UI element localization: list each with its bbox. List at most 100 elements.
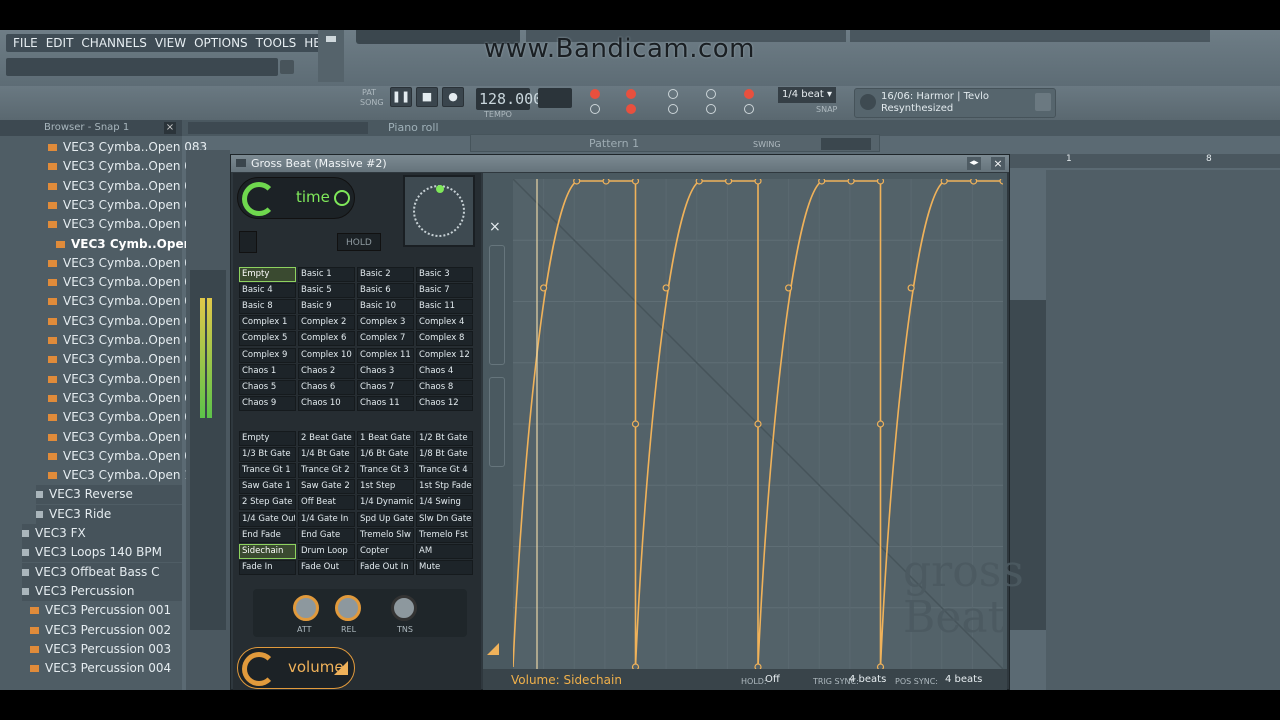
time-mode-button[interactable]: time	[237, 177, 355, 219]
time-preset-chaos-12[interactable]: Chaos 12	[416, 395, 473, 411]
volume-mini-icon[interactable]	[487, 643, 499, 655]
time-preset-complex-9[interactable]: Complex 9	[239, 347, 296, 363]
menu-edit[interactable]: EDIT	[43, 34, 77, 52]
volume-preset-drum-loop[interactable]: Drum Loop	[298, 543, 355, 559]
volume-preset-2-step-gate[interactable]: 2 Step Gate	[239, 495, 296, 511]
time-preset-complex-3[interactable]: Complex 3	[357, 315, 414, 331]
time-preset-chaos-8[interactable]: Chaos 8	[416, 379, 473, 395]
plugin-nav-icon[interactable]: ◂▸	[967, 157, 981, 170]
release-knob[interactable]	[335, 595, 361, 621]
time-preset-chaos-4[interactable]: Chaos 4	[416, 363, 473, 379]
envelope-editor[interactable]: × gross Beat Volume: Sidechain HOLD: Off…	[483, 173, 1024, 690]
volume-preset-1-2-bt-gate[interactable]: 1/2 Bt Gate	[416, 431, 473, 446]
volume-preset-trance-gt-1[interactable]: Trance Gt 1	[239, 463, 296, 479]
volume-preset-mute[interactable]: Mute	[416, 559, 473, 575]
browser-item[interactable]: VEC3 Percussion 004	[30, 659, 182, 678]
menu-channels[interactable]: CHANNELS	[78, 34, 149, 52]
overdub-icon[interactable]	[668, 104, 678, 114]
time-preset-chaos-10[interactable]: Chaos 10	[298, 395, 355, 411]
time-preset-basic-9[interactable]: Basic 9	[298, 299, 355, 315]
browser-item[interactable]: VEC3 Cymba..Open 090	[48, 273, 207, 292]
volume-preset-off-beat[interactable]: Off Beat	[298, 495, 355, 511]
time-preset-chaos-11[interactable]: Chaos 11	[357, 395, 414, 411]
time-preset-complex-11[interactable]: Complex 11	[357, 347, 414, 363]
loop-record-icon[interactable]	[706, 89, 716, 99]
volume-preset-saw-gate-2[interactable]: Saw Gate 2	[298, 479, 355, 495]
punch-icon[interactable]	[706, 104, 716, 114]
browser-item[interactable]: VEC3 Cymb..Open 088	[56, 235, 221, 254]
time-preset-basic-4[interactable]: Basic 4	[239, 283, 296, 299]
browser-item[interactable]: VEC3 Cymba..Open 085	[48, 177, 207, 196]
browser-item[interactable]: VEC3 Cymba..Open 083	[48, 138, 207, 157]
menu-view[interactable]: VIEW	[152, 34, 189, 52]
browser-item[interactable]: VEC3 Cymba..Open 086	[48, 196, 207, 215]
browser-item[interactable]: VEC3 Cymba..Open 095	[48, 370, 207, 389]
stop-button[interactable]: ■	[416, 87, 438, 107]
snap-selector[interactable]: 1/4 beat ▾	[778, 87, 836, 103]
time-knob-display[interactable]	[403, 175, 475, 247]
volume-preset-fade-out[interactable]: Fade Out	[298, 559, 355, 575]
time-preset-basic-6[interactable]: Basic 6	[357, 283, 414, 299]
countdown-icon[interactable]	[626, 89, 636, 99]
pos-sync-value[interactable]: 4 beats	[945, 669, 982, 690]
record-button[interactable]: ●	[442, 87, 464, 107]
volume-preset-trance-gt-3[interactable]: Trance Gt 3	[357, 463, 414, 479]
time-preset-chaos-5[interactable]: Chaos 5	[239, 379, 296, 395]
browser-item[interactable]: VEC3 Cymba..Open 099	[48, 447, 207, 466]
tempo-display[interactable]: 128.000	[476, 88, 542, 110]
tension-knob[interactable]	[391, 595, 417, 621]
browser-item[interactable]: VEC3 Loops 140 BPM	[22, 543, 182, 563]
attack-knob[interactable]	[293, 595, 319, 621]
master-volume-slider[interactable]	[318, 30, 344, 82]
time-preset-basic-7[interactable]: Basic 7	[416, 283, 473, 299]
hint-toggle-icon[interactable]	[280, 60, 294, 74]
browser-item[interactable]: VEC3 Cymba..Open 084	[48, 157, 207, 176]
browser-close-icon[interactable]: ×	[164, 122, 176, 134]
volume-preset-slw-dn-gate[interactable]: Slw Dn Gate	[416, 511, 473, 527]
time-preset-basic-5[interactable]: Basic 5	[298, 283, 355, 299]
piano-roll-tools[interactable]	[188, 122, 368, 134]
graph-editor-toggle[interactable]	[821, 138, 871, 150]
time-preset-complex-12[interactable]: Complex 12	[416, 347, 473, 363]
browser-item[interactable]: VEC3 FX	[22, 524, 182, 543]
browser-item[interactable]: VEC3 Reverse	[36, 485, 182, 505]
time-preset-complex-7[interactable]: Complex 7	[357, 331, 414, 347]
plugin-title-bar[interactable]: Gross Beat (Massive #2) ◂▸ ×	[231, 155, 1009, 172]
volume-mode-button[interactable]: volume	[237, 647, 355, 689]
browser-item[interactable]: VEC3 Percussion 002	[30, 621, 182, 640]
volume-preset-1-4-swing[interactable]: 1/4 Swing	[416, 495, 473, 511]
menu-file[interactable]: FILE	[10, 34, 41, 52]
pause-button[interactable]: ❚❚	[390, 87, 412, 107]
browser-item[interactable]: VEC3 Ride	[36, 504, 182, 524]
browser-item[interactable]: VEC3 Percussion 003	[30, 640, 182, 659]
time-preset-complex-4[interactable]: Complex 4	[416, 315, 473, 331]
trig-sync-value[interactable]: 4 beats	[849, 669, 886, 690]
time-preset-basic-3[interactable]: Basic 3	[416, 267, 473, 282]
time-preset-complex-6[interactable]: Complex 6	[298, 331, 355, 347]
time-preset-chaos-2[interactable]: Chaos 2	[298, 363, 355, 379]
volume-preset-trance-gt-4[interactable]: Trance Gt 4	[416, 463, 473, 479]
clear-icon[interactable]: ×	[489, 219, 501, 235]
browser-item[interactable]: VEC3 Cymba..Open 089	[48, 254, 207, 273]
volume-preset-tremelo-slw[interactable]: Tremelo Slw	[357, 527, 414, 543]
volume-preset-am[interactable]: AM	[416, 543, 473, 559]
time-preset-complex-1[interactable]: Complex 1	[239, 315, 296, 331]
time-preset-basic-8[interactable]: Basic 8	[239, 299, 296, 315]
browser-item[interactable]: VEC3 Cymba..Open 091	[48, 292, 207, 311]
browser-item[interactable]: VEC3 Cymba..Open 096	[48, 389, 207, 408]
time-preset-chaos-9[interactable]: Chaos 9	[239, 395, 296, 411]
multilink-icon[interactable]	[744, 104, 754, 114]
browser-item[interactable]: VEC3 Percussion	[22, 581, 182, 601]
time-preset-chaos-7[interactable]: Chaos 7	[357, 379, 414, 395]
time-preset-chaos-1[interactable]: Chaos 1	[239, 363, 296, 379]
time-preset-basic-10[interactable]: Basic 10	[357, 299, 414, 315]
time-preset-complex-8[interactable]: Complex 8	[416, 331, 473, 347]
volume-preset-1-6-bt-gate[interactable]: 1/6 Bt Gate	[357, 447, 414, 463]
volume-preset-1-3-bt-gate[interactable]: 1/3 Bt Gate	[239, 447, 296, 463]
menu-options[interactable]: OPTIONS	[191, 34, 251, 52]
browser-item[interactable]: VEC3 Cymba..Open 100	[48, 466, 207, 485]
time-preset-complex-5[interactable]: Complex 5	[239, 331, 296, 347]
typing-keyboard-icon[interactable]	[590, 89, 600, 99]
browser-item[interactable]: VEC3 Offbeat Bass C	[22, 562, 182, 582]
volume-preset-spd-up-gate[interactable]: Spd Up Gate	[357, 511, 414, 527]
